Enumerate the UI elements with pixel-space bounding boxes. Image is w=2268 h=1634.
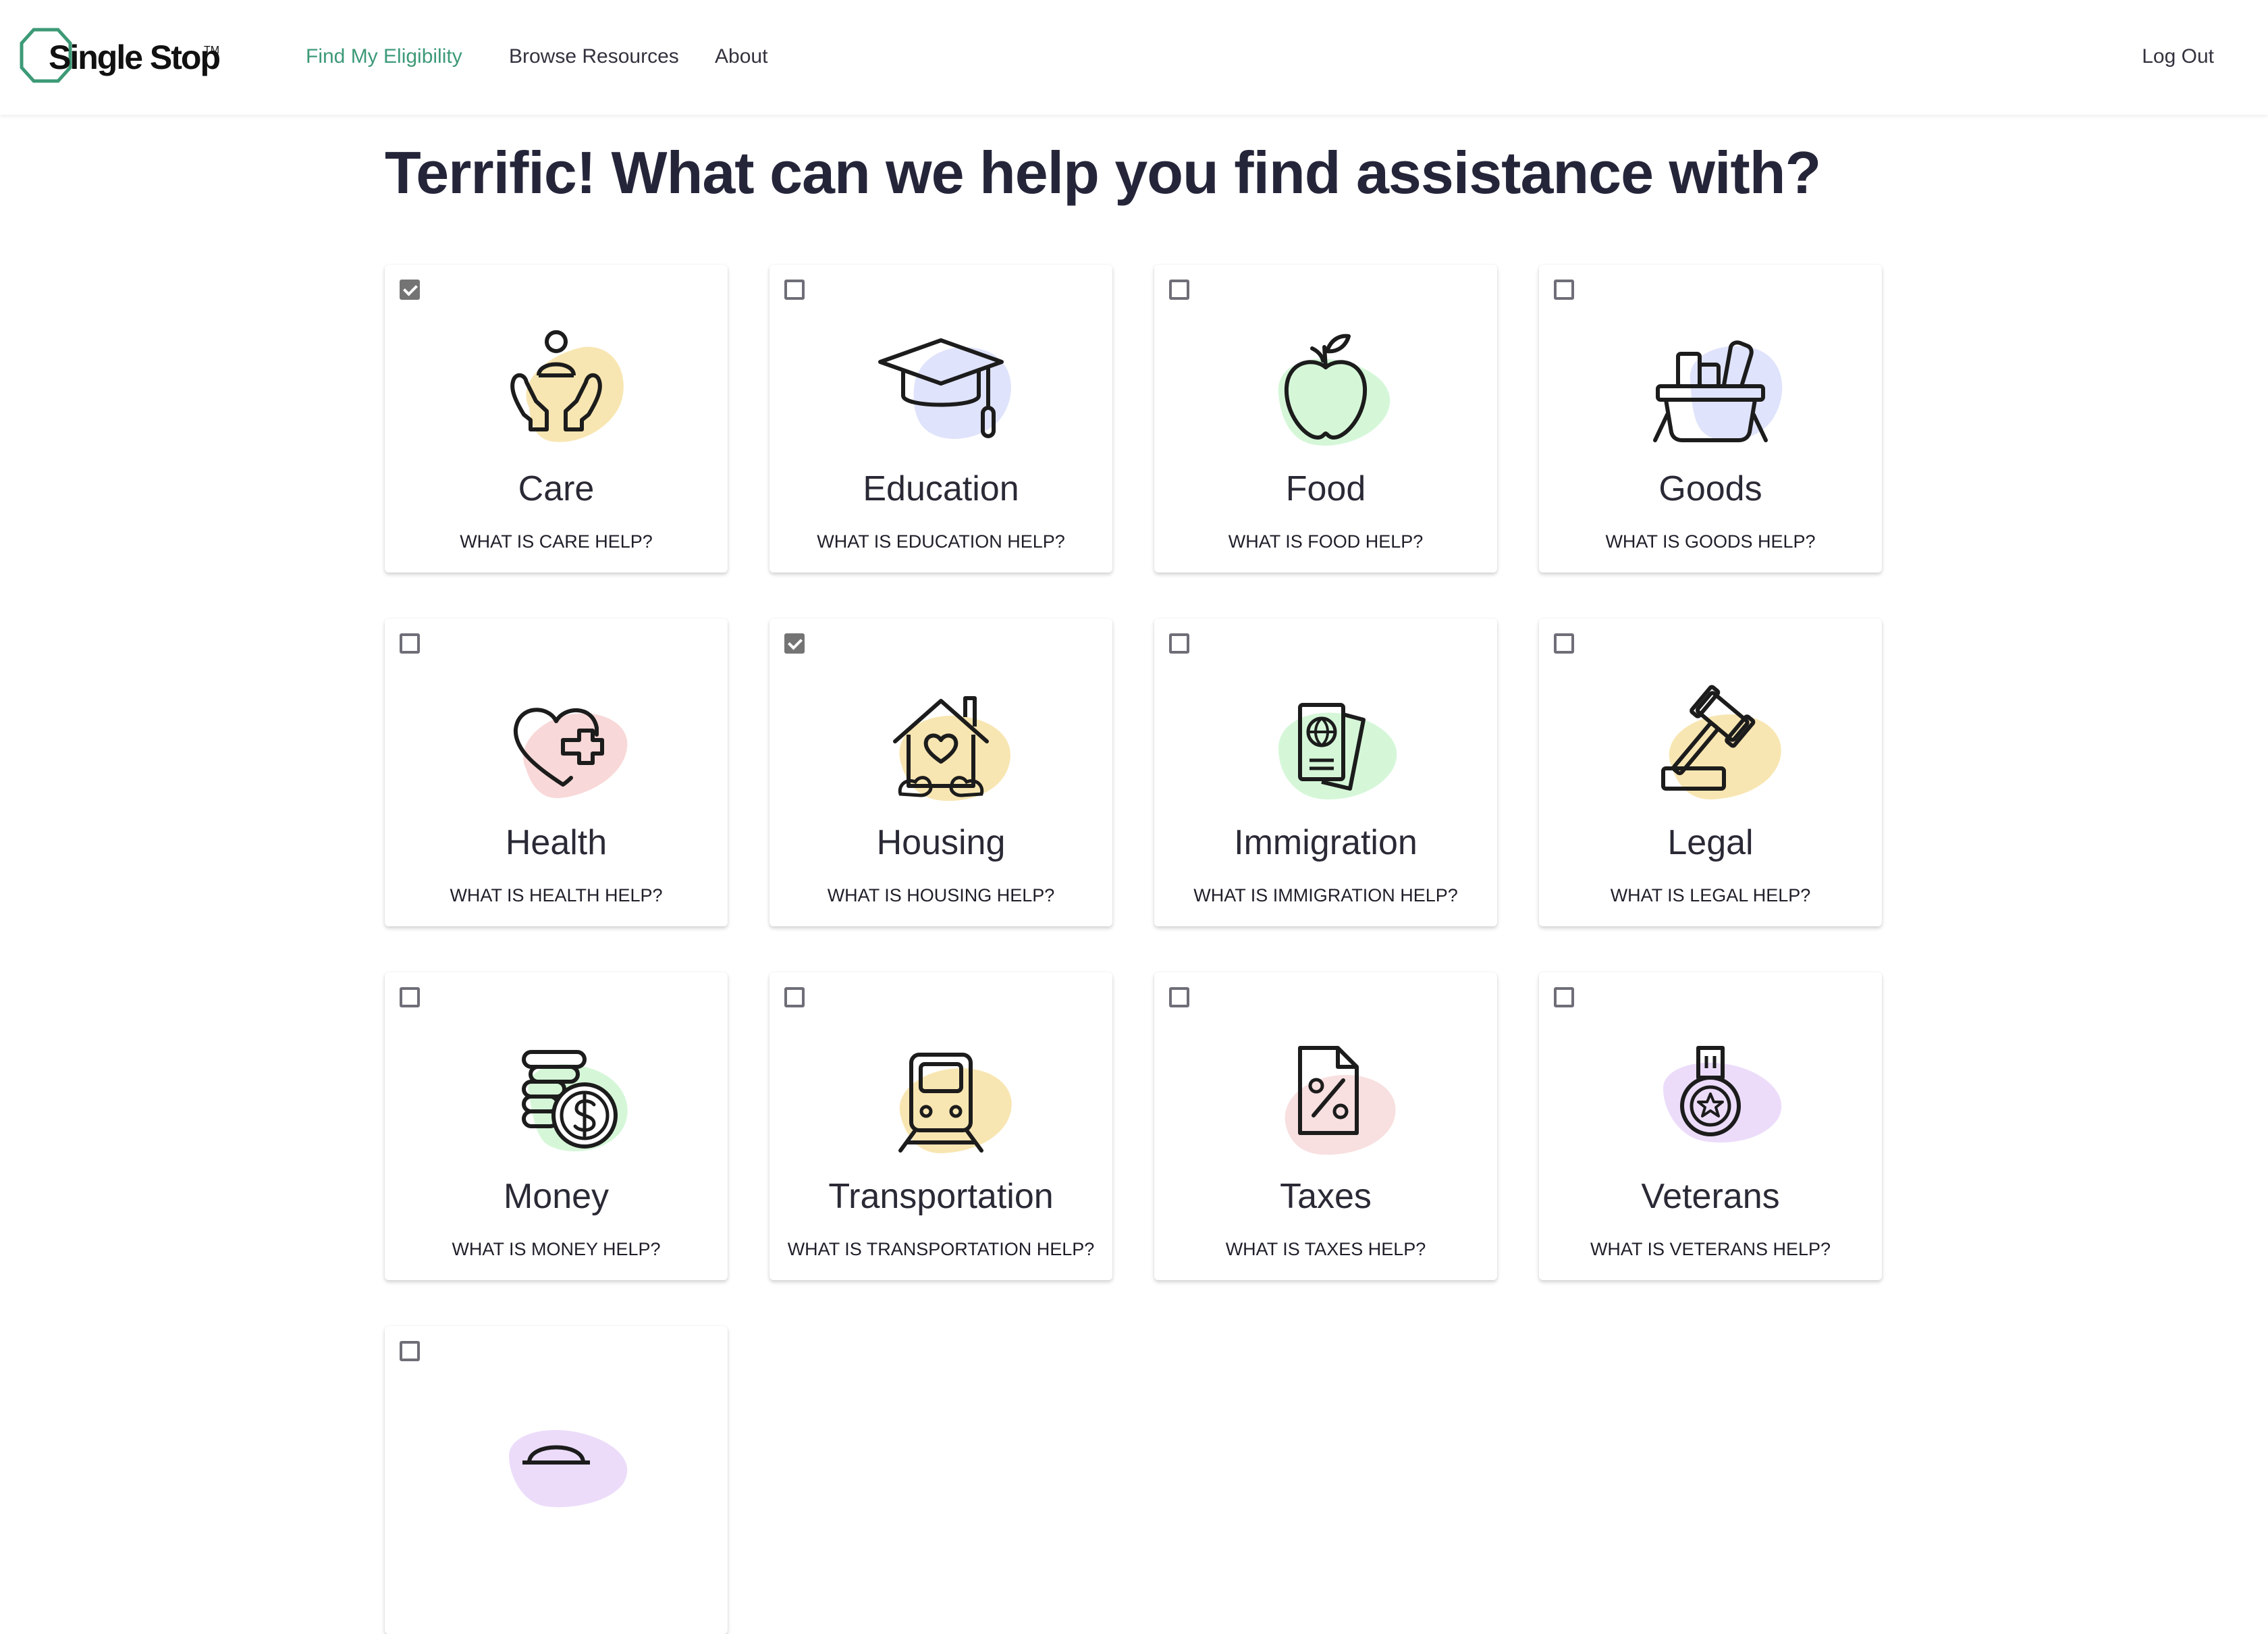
health-title: Health — [505, 823, 608, 862]
checkmark-icon — [403, 281, 418, 296]
category-card-veterans[interactable]: Veterans WHAT IS VETERANS HELP? — [1539, 972, 1882, 1280]
category-card-goods[interactable]: Goods WHAT IS GOODS HELP? — [1539, 265, 1882, 573]
immigration-help-link[interactable]: WHAT IS IMMIGRATION HELP? — [1154, 883, 1497, 907]
category-card-education[interactable]: Education WHAT IS EDUCATION HELP? — [770, 265, 1112, 573]
partial-blob — [509, 1429, 628, 1508]
category-card-food[interactable]: Food WHAT IS FOOD HELP? — [1154, 265, 1497, 573]
housing-checkbox[interactable] — [784, 633, 805, 654]
category-card-taxes[interactable]: Taxes WHAT IS TAXES HELP? — [1154, 972, 1497, 1280]
education-help-link[interactable]: WHAT IS EDUCATION HELP? — [770, 529, 1112, 554]
coins-dollar-icon — [468, 1021, 644, 1156]
goods-help-link[interactable]: WHAT IS GOODS HELP? — [1539, 529, 1882, 554]
top-navigation-bar: Single Stop TM Find My Eligibility Brows… — [0, 0, 2268, 115]
transportation-title: Transportation — [828, 1177, 1054, 1216]
partial-checkbox[interactable] — [400, 1341, 420, 1361]
category-card-care[interactable]: Care WHAT IS CARE HELP? — [385, 265, 728, 573]
transportation-help-link[interactable]: WHAT IS TRANSPORTATION HELP? — [770, 1237, 1112, 1261]
category-card-health[interactable]: Health WHAT IS HEALTH HELP? — [385, 618, 728, 926]
education-title: Education — [863, 469, 1019, 508]
logout-link[interactable]: Log Out — [2142, 43, 2214, 70]
health-checkbox[interactable] — [400, 633, 420, 654]
veterans-help-link[interactable]: WHAT IS VETERANS HELP? — [1539, 1237, 1882, 1261]
heart-plus-icon — [468, 667, 644, 802]
care-hands-icon — [468, 313, 644, 448]
care-checkbox[interactable] — [400, 280, 420, 300]
care-help-link[interactable]: WHAT IS CARE HELP? — [385, 529, 728, 554]
medal-icon — [1623, 1021, 1798, 1156]
money-checkbox[interactable] — [400, 987, 420, 1007]
goods-blob — [1690, 346, 1783, 441]
logo-trademark: TM — [204, 45, 220, 56]
nav-about[interactable]: About — [715, 43, 767, 70]
immigration-checkbox[interactable] — [1169, 633, 1189, 654]
train-icon — [853, 1021, 1029, 1156]
logo-wordmark: Single Stop — [49, 38, 221, 76]
care-title: Care — [518, 469, 595, 508]
page-title: Terrific! What can we help you find assi… — [385, 139, 1821, 206]
tax-document-icon — [1238, 1021, 1413, 1156]
basket-icon — [1623, 313, 1798, 448]
category-card-legal[interactable]: Legal WHAT IS LEGAL HELP? — [1539, 618, 1882, 926]
immigration-title: Immigration — [1234, 823, 1418, 862]
housing-title: Housing — [876, 823, 1006, 862]
taxes-checkbox[interactable] — [1169, 987, 1189, 1007]
food-title: Food — [1285, 469, 1366, 508]
taxes-title: Taxes — [1280, 1177, 1372, 1216]
goods-title: Goods — [1658, 469, 1762, 508]
veterans-checkbox[interactable] — [1554, 987, 1574, 1007]
food-blob — [1278, 359, 1390, 446]
education-checkbox[interactable] — [784, 280, 805, 300]
legal-help-link[interactable]: WHAT IS LEGAL HELP? — [1539, 883, 1882, 907]
transportation-checkbox[interactable] — [784, 987, 805, 1007]
food-checkbox[interactable] — [1169, 280, 1189, 300]
checkmark-icon — [788, 635, 803, 650]
passport-icon — [1238, 667, 1413, 802]
house-heart-icon — [853, 667, 1029, 802]
health-help-link[interactable]: WHAT IS HEALTH HELP? — [385, 883, 728, 907]
food-help-link[interactable]: WHAT IS FOOD HELP? — [1154, 529, 1497, 554]
category-card-transportation[interactable]: Transportation WHAT IS TRANSPORTATION HE… — [770, 972, 1112, 1280]
category-card-immigration[interactable]: Immigration WHAT IS IMMIGRATION HELP? — [1154, 618, 1497, 926]
nav-browse-resources[interactable]: Browse Resources — [509, 43, 679, 70]
apple-icon — [1238, 313, 1413, 448]
housing-blob — [899, 715, 1011, 801]
veterans-title: Veterans — [1641, 1177, 1780, 1216]
legal-checkbox[interactable] — [1554, 633, 1574, 654]
legal-title: Legal — [1667, 823, 1754, 862]
taxes-help-link[interactable]: WHAT IS TAXES HELP? — [1154, 1237, 1497, 1261]
housing-help-link[interactable]: WHAT IS HOUSING HELP? — [770, 883, 1112, 907]
category-card-money[interactable]: Money WHAT IS MONEY HELP? — [385, 972, 728, 1280]
category-card-housing[interactable]: Housing WHAT IS HOUSING HELP? — [770, 618, 1112, 926]
category-card-partial[interactable] — [385, 1326, 728, 1634]
health-blob — [523, 713, 628, 799]
graduation-cap-icon — [853, 313, 1029, 448]
nav-find-my-eligibility[interactable]: Find My Eligibility — [306, 43, 462, 70]
gavel-icon — [1623, 667, 1798, 802]
single-stop-logo[interactable]: Single Stop TM — [19, 27, 221, 84]
money-title: Money — [503, 1177, 610, 1216]
goods-checkbox[interactable] — [1554, 280, 1574, 300]
partial-icon — [468, 1375, 644, 1510]
money-help-link[interactable]: WHAT IS MONEY HELP? — [385, 1237, 728, 1261]
